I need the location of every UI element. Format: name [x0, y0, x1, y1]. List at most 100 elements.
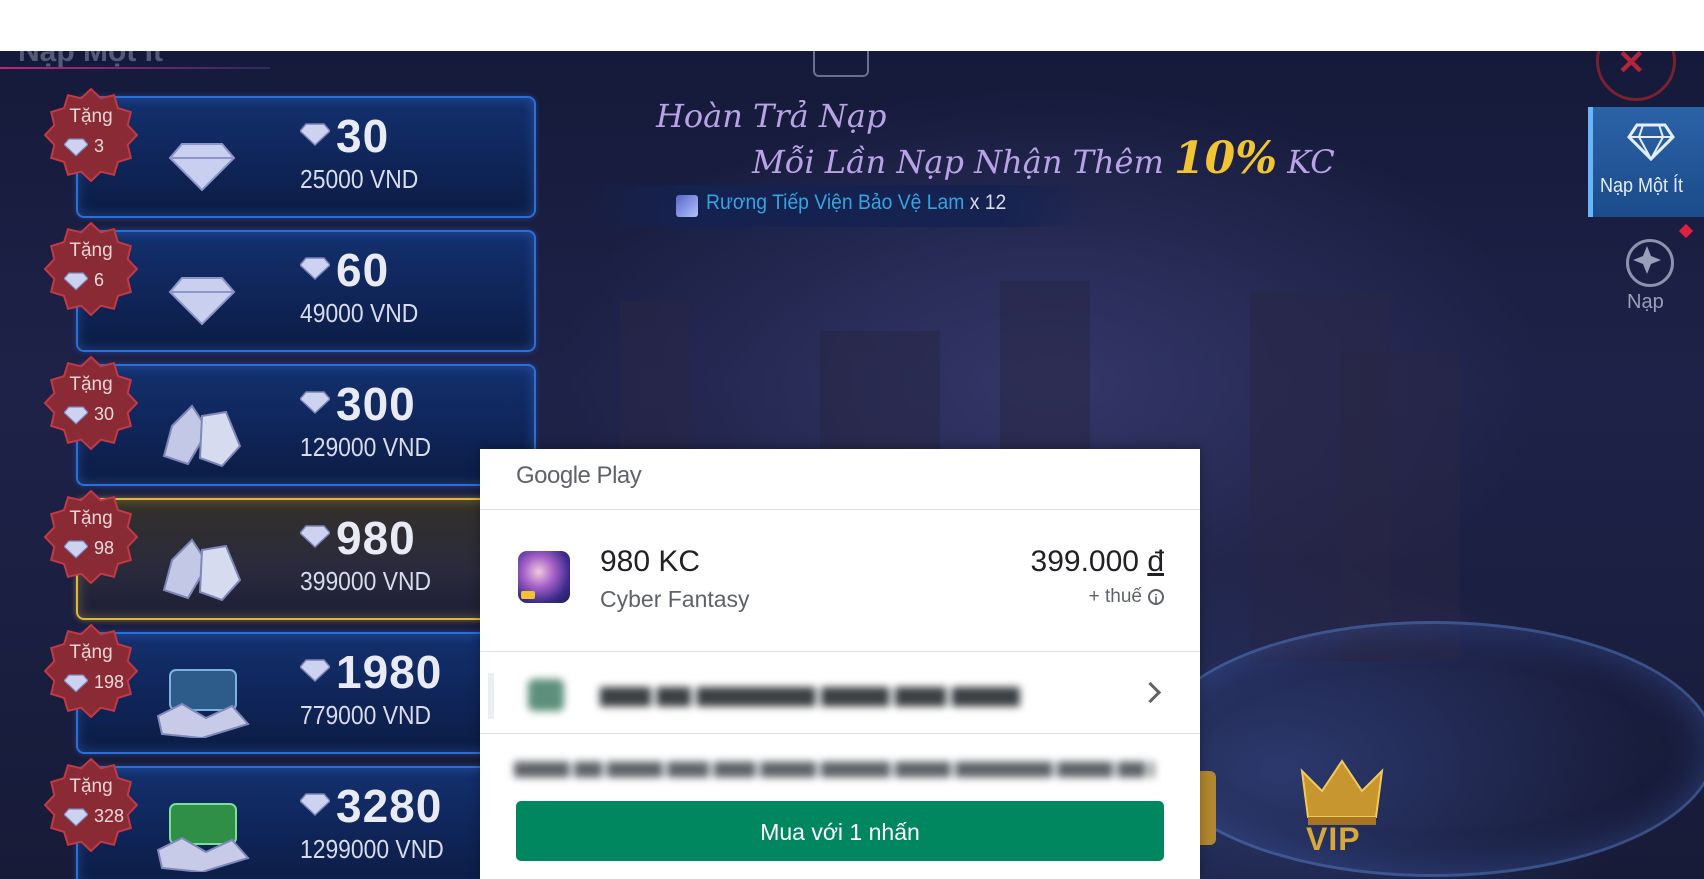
gem-icon: [64, 539, 88, 559]
badge-bonus-value: 328: [94, 806, 125, 826]
badge-bonus-value: 3: [94, 136, 105, 156]
promo-currency: KC: [1287, 143, 1335, 181]
badge-label: Tặng: [69, 374, 113, 395]
gem-icon: [300, 123, 330, 146]
bonus-badge: Tặng 98: [43, 489, 139, 585]
promo-text: Mỗi Lần Nạp Nhận Thêm: [752, 143, 1164, 181]
price-value: 399.000: [1030, 545, 1139, 578]
item-price: 399.000 đ: [1031, 545, 1164, 579]
app-name: Cyber Fantasy: [600, 586, 750, 612]
badge-bonus-value: 98: [94, 538, 115, 558]
pack-price: 25000 VND: [300, 164, 419, 194]
badge-star-icon: [43, 87, 139, 183]
reward-name: Rương Tiếp Viện Bảo Vệ Lam: [706, 191, 965, 214]
google-play-purchase-sheet: Google Play 980 KC Cyber Fantasy 399.000…: [480, 449, 1200, 879]
promo-line-1: Hoàn Trả Nạp: [656, 97, 887, 135]
notification-dot: [1678, 223, 1694, 239]
pack-4[interactable]: 1980 779000 VND: [76, 632, 536, 754]
reward-item[interactable]: Rương Tiếp Viện Bảo Vệ Lam x 12: [706, 191, 1006, 215]
gem-icon: [300, 659, 330, 682]
pack-image-icon: [162, 538, 242, 602]
tax-note: + thuế i: [1089, 586, 1164, 608]
gem-icon: [64, 673, 88, 693]
pack-3[interactable]: 980 399000 VND: [76, 498, 536, 620]
pack-amount: 30: [336, 110, 390, 162]
pack-5[interactable]: 3280 1299000 VND: [76, 766, 536, 879]
app-icon: [518, 551, 570, 603]
compass-icon[interactable]: [1626, 239, 1674, 287]
reward-quantity: x 12: [969, 191, 1007, 214]
pack-image-icon: [162, 404, 242, 468]
promo-line-2: Mỗi Lần Nạp Nhận Thêm 10% KC: [752, 133, 1335, 184]
badge-star-icon: [43, 221, 139, 317]
pack-amount: 980: [336, 512, 416, 564]
side-tab-nap-mot-it[interactable]: [1588, 107, 1704, 217]
gem-icon: [64, 271, 88, 291]
pack-price: 399000 VND: [300, 566, 432, 596]
pack-2[interactable]: 300 129000 VND: [76, 364, 536, 486]
close-icon: ✕: [1617, 51, 1646, 82]
badge-label: Tặng: [69, 240, 113, 261]
pack-amount: 3280: [336, 780, 443, 832]
divider: [480, 509, 1200, 510]
pack-image-icon: [168, 277, 236, 326]
pack-image-icon: [168, 143, 236, 192]
gem-icon: [300, 793, 330, 816]
pack-1[interactable]: 60 49000 VND: [76, 230, 536, 352]
pack-image-icon: [156, 669, 250, 738]
badge-bonus: 198: [64, 672, 124, 693]
badge-label: Tặng: [69, 642, 113, 663]
divider: [480, 733, 1200, 734]
side-tab-nap-label[interactable]: Nạp: [1627, 291, 1664, 314]
vip-platform: [1150, 621, 1704, 877]
header-tab[interactable]: [813, 51, 869, 77]
payment-icon: [528, 679, 564, 711]
buy-button[interactable]: Mua với 1 nhấn: [516, 801, 1164, 861]
badge-bonus: 98: [64, 538, 114, 559]
badge-star-icon: [43, 623, 139, 719]
bonus-badge: Tặng 198: [43, 623, 139, 719]
badge-label: Tặng: [69, 508, 113, 529]
badge-bonus-value: 198: [94, 672, 125, 692]
badge-label: Tặng: [69, 106, 113, 127]
bonus-badge: Tặng 30: [43, 355, 139, 451]
pack-price: 1299000 VND: [300, 834, 444, 864]
tax-label: + thuế: [1088, 586, 1142, 607]
divider: [480, 651, 1200, 652]
side-tab-label: Nạp Một Ít: [1600, 175, 1684, 197]
pack-amount: 60: [336, 244, 390, 296]
bonus-badge: Tặng 3: [43, 87, 139, 183]
badge-star-icon: [43, 757, 139, 853]
pack-price: 779000 VND: [300, 700, 432, 730]
badge-star-icon: [43, 355, 139, 451]
gem-icon: [64, 807, 88, 827]
pack-0[interactable]: 30 25000 VND: [76, 96, 536, 218]
pack-image-icon: [156, 803, 250, 872]
pack-price: 49000 VND: [300, 298, 419, 328]
top-status-bar: [0, 0, 1704, 51]
badge-bonus: 3: [64, 136, 104, 157]
gem-icon: [300, 525, 330, 548]
currency-symbol: đ: [1147, 545, 1164, 578]
item-title: 980 KC: [600, 545, 701, 578]
info-icon[interactable]: i: [1148, 589, 1164, 606]
gem-icon: [64, 405, 88, 425]
badge-label: Tặng: [69, 776, 113, 797]
badge-bonus: 6: [64, 270, 104, 291]
payment-accent: [488, 673, 494, 719]
bonus-badge: Tặng 6: [43, 221, 139, 317]
chevron-right-icon: [1139, 681, 1162, 704]
chest-icon: [676, 195, 698, 217]
badge-bonus: 328: [64, 806, 124, 827]
pack-amount: 1980: [336, 646, 443, 698]
badge-bonus-value: 6: [94, 270, 105, 290]
pack-amount: 300: [336, 378, 416, 430]
badge-star-icon: [43, 489, 139, 585]
payment-method-row[interactable]: ▆▆▆ ▆▆ ▆▆▆▆▆▆▆ ▆▆▆▆ ▆▆▆ ▆▆▆▆: [488, 665, 1200, 725]
promo-percent: 10%: [1174, 133, 1278, 184]
compass-star: [1633, 246, 1661, 274]
legal-text: ▆▆▆▆ ▆▆ ▆▆▆▆ ▆▆▆ ▆▆▆ ▆▆▆▆ ▆▆▆▆▆ ▆▆▆▆ ▆▆▆…: [514, 757, 1154, 777]
vip-label[interactable]: VIP: [1306, 821, 1361, 858]
background-building: [1340, 351, 1460, 661]
title-underline: [0, 67, 270, 69]
